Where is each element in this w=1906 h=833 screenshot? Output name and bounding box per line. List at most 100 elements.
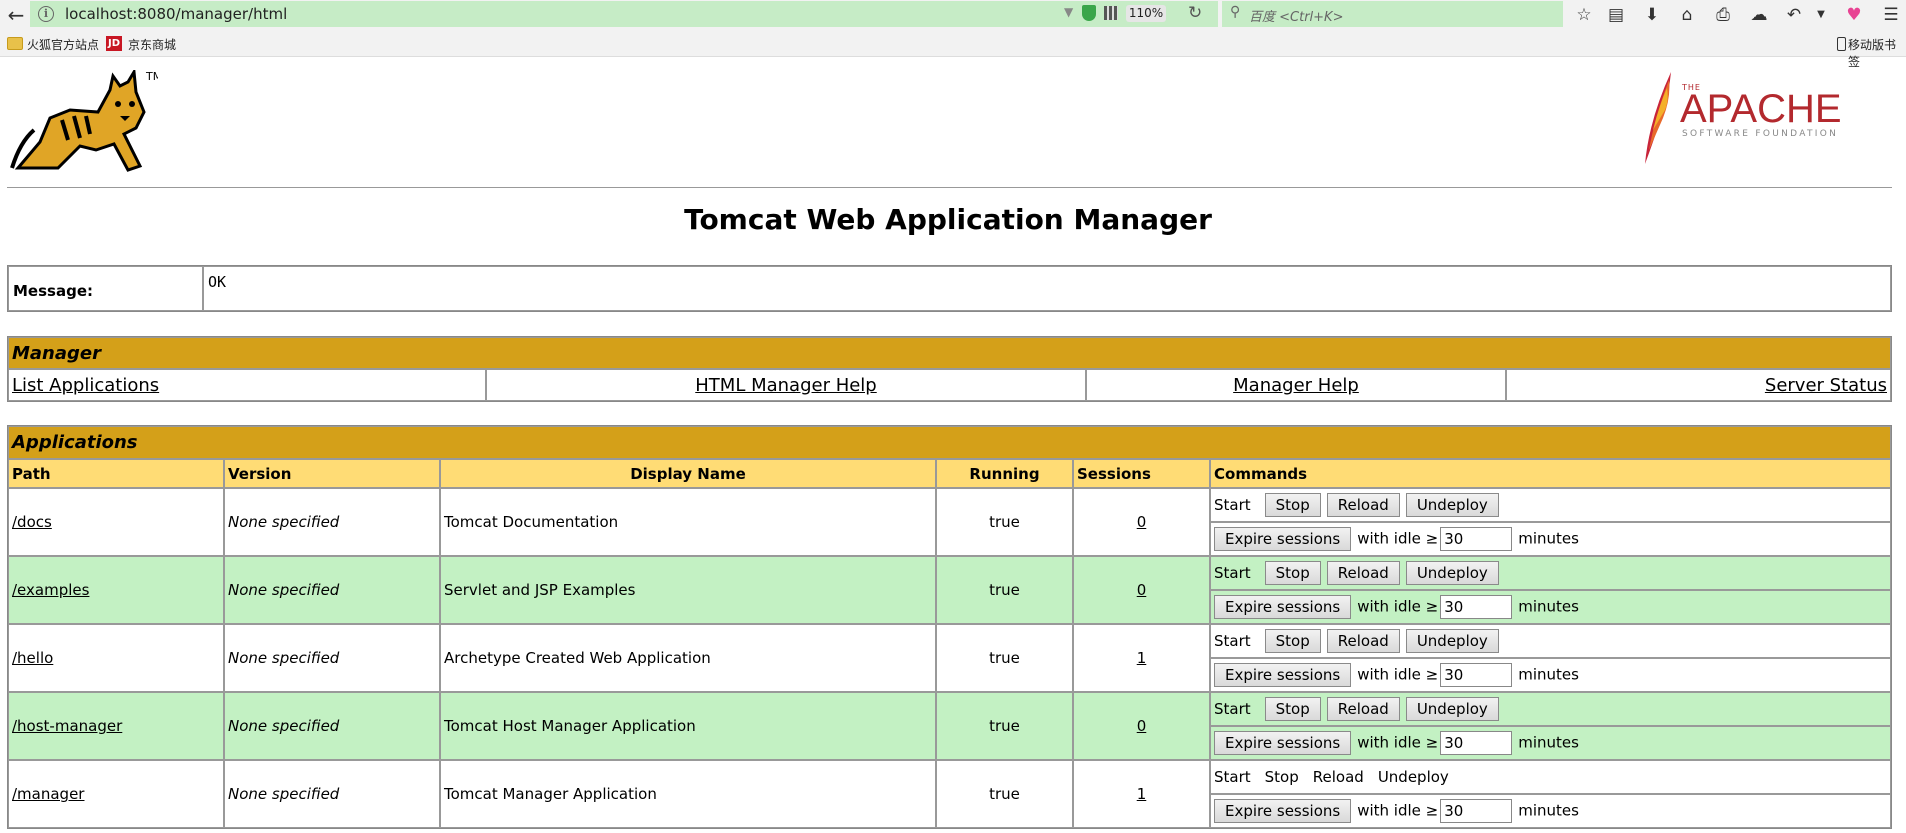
trademark-label: TM (145, 70, 158, 83)
bookmark-firefox[interactable]: 火狐官方站点 (27, 36, 99, 53)
start-command: Start (1214, 768, 1251, 786)
url-bar[interactable]: i localhost:8080/manager/html ▼ 110% ↻ (30, 1, 1218, 27)
minutes-label: minutes (1518, 529, 1579, 548)
apache-sub-label: SOFTWARE FOUNDATION (1682, 129, 1838, 139)
undo-icon[interactable]: ↶ (1782, 3, 1806, 27)
manager-table: Manager List Applications HTML Manager H… (7, 336, 1892, 402)
zoom-level[interactable]: 110% (1126, 5, 1166, 22)
app-path-cell: /host-manager (8, 692, 224, 760)
app-sessions-link[interactable]: 0 (1137, 717, 1147, 735)
list-applications-link[interactable]: List Applications (12, 375, 159, 396)
search-icon: ⚲ (1230, 4, 1241, 20)
qr-code-icon[interactable] (1104, 6, 1118, 20)
crop-icon[interactable]: ⎙ (1711, 3, 1735, 27)
app-sessions-link[interactable]: 1 (1137, 649, 1147, 667)
undeploy-button[interactable]: Undeploy (1405, 697, 1499, 721)
undeploy-button[interactable]: Undeploy (1405, 493, 1499, 517)
applications-table: Applications Path Version Display Name R… (7, 425, 1892, 829)
app-path-cell: /examples (8, 556, 224, 624)
chat-icon[interactable]: ☁ (1747, 3, 1771, 27)
with-idle-label: with idle ≥ (1357, 529, 1439, 548)
menu-icon[interactable]: ☰ (1879, 3, 1903, 27)
app-sessions-link[interactable]: 1 (1137, 785, 1147, 803)
expire-sessions-button[interactable]: Expire sessions (1214, 731, 1352, 755)
jd-icon: JD (106, 36, 122, 51)
home-icon[interactable]: ⌂ (1675, 3, 1699, 27)
column-header-version: Version (224, 459, 440, 488)
search-bar[interactable]: ⚲ 百度 <Ctrl+K> (1222, 1, 1563, 27)
stop-button[interactable]: Stop (1264, 697, 1321, 721)
bookmarks-bar: 火狐官方站点 JD 京东商城 移动版书签 (0, 29, 1906, 69)
app-path-link[interactable]: /manager (12, 785, 84, 803)
refresh-icon[interactable]: ↻ (1188, 3, 1202, 23)
search-placeholder[interactable]: 百度 <Ctrl+K> (1249, 6, 1343, 25)
idle-minutes-input[interactable]: 30 (1440, 595, 1513, 619)
expire-sessions-button[interactable]: Expire sessions (1214, 663, 1352, 687)
dropdown-arrow-icon[interactable]: ▼ (1064, 5, 1073, 19)
app-display-name: Tomcat Manager Application (440, 760, 936, 828)
stop-button[interactable]: Stop (1264, 629, 1321, 653)
column-header-sessions: Sessions (1073, 459, 1210, 488)
info-icon[interactable]: i (38, 6, 54, 22)
app-sessions-link[interactable]: 0 (1137, 513, 1147, 531)
idle-minutes-input[interactable]: 30 (1440, 663, 1513, 687)
message-value: OK (203, 266, 1891, 311)
stop-button[interactable]: Stop (1264, 561, 1321, 585)
undeploy-button: Undeploy (1377, 768, 1449, 786)
start-command: Start (1214, 495, 1251, 514)
app-version: None specified (224, 488, 440, 556)
expire-sessions-button[interactable]: Expire sessions (1214, 595, 1352, 619)
message-label: Message: (8, 266, 203, 311)
app-sessions-link[interactable]: 0 (1137, 581, 1147, 599)
chevron-down-icon[interactable]: ▼ (1809, 3, 1833, 27)
minutes-label: minutes (1518, 665, 1579, 684)
app-commands-cell: Start Stop Reload Undeploy (1210, 692, 1891, 726)
with-idle-label: with idle ≥ (1357, 801, 1439, 820)
app-commands-cell: Start Stop Reload Undeploy (1210, 488, 1891, 522)
manager-help-link[interactable]: Manager Help (1233, 375, 1359, 396)
reload-button[interactable]: Reload (1326, 493, 1400, 517)
idle-minutes-input[interactable]: 30 (1440, 799, 1513, 823)
bookmark-jd[interactable]: 京东商城 (128, 36, 176, 53)
app-version: None specified (224, 692, 440, 760)
app-path-link[interactable]: /examples (12, 581, 89, 599)
app-path-link[interactable]: /host-manager (12, 717, 122, 735)
stop-button: Stop (1264, 768, 1299, 786)
app-sessions-cell: 0 (1073, 692, 1210, 760)
with-idle-label: with idle ≥ (1357, 665, 1439, 684)
app-sessions-cell: 0 (1073, 556, 1210, 624)
reload-button[interactable]: Reload (1326, 629, 1400, 653)
tomcat-logo: TM (10, 70, 158, 172)
app-sessions-cell: 1 (1073, 760, 1210, 828)
app-commands-cell: Start Stop Reload Undeploy (1210, 760, 1891, 794)
idle-minutes-input[interactable]: 30 (1440, 731, 1513, 755)
table-row: /docs None specified Tomcat Documentatio… (8, 488, 1891, 556)
app-path-link[interactable]: /hello (12, 649, 53, 667)
expire-cell: Expire sessions with idle ≥30 minutes (1210, 590, 1891, 624)
idle-minutes-input[interactable]: 30 (1440, 527, 1513, 551)
reload-button[interactable]: Reload (1326, 561, 1400, 585)
download-icon[interactable]: ⬇ (1640, 3, 1664, 27)
stop-button[interactable]: Stop (1264, 493, 1321, 517)
undeploy-button[interactable]: Undeploy (1405, 629, 1499, 653)
mobile-bookmarks[interactable]: 移动版书签 (1848, 36, 1906, 70)
app-path-link[interactable]: /docs (12, 513, 52, 531)
heart-icon[interactable]: ♥ (1842, 3, 1866, 27)
expire-sessions-button[interactable]: Expire sessions (1214, 799, 1352, 823)
server-status-link[interactable]: Server Status (1765, 375, 1887, 396)
app-version: None specified (224, 760, 440, 828)
table-row: /examples None specified Servlet and JSP… (8, 556, 1891, 624)
column-header-running: Running (936, 459, 1073, 488)
undeploy-button[interactable]: Undeploy (1405, 561, 1499, 585)
clipboard-icon[interactable]: ▤ (1604, 3, 1628, 27)
manager-heading: Manager (8, 337, 1891, 369)
url-text[interactable]: localhost:8080/manager/html (65, 5, 287, 23)
expire-cell: Expire sessions with idle ≥30 minutes (1210, 726, 1891, 760)
html-manager-help-link[interactable]: HTML Manager Help (695, 375, 876, 396)
shield-icon[interactable] (1082, 5, 1096, 21)
app-version: None specified (224, 624, 440, 692)
star-icon[interactable]: ☆ (1572, 3, 1596, 27)
reload-button[interactable]: Reload (1326, 697, 1400, 721)
expire-sessions-button[interactable]: Expire sessions (1214, 527, 1352, 551)
back-arrow-icon[interactable]: ← (4, 3, 28, 27)
